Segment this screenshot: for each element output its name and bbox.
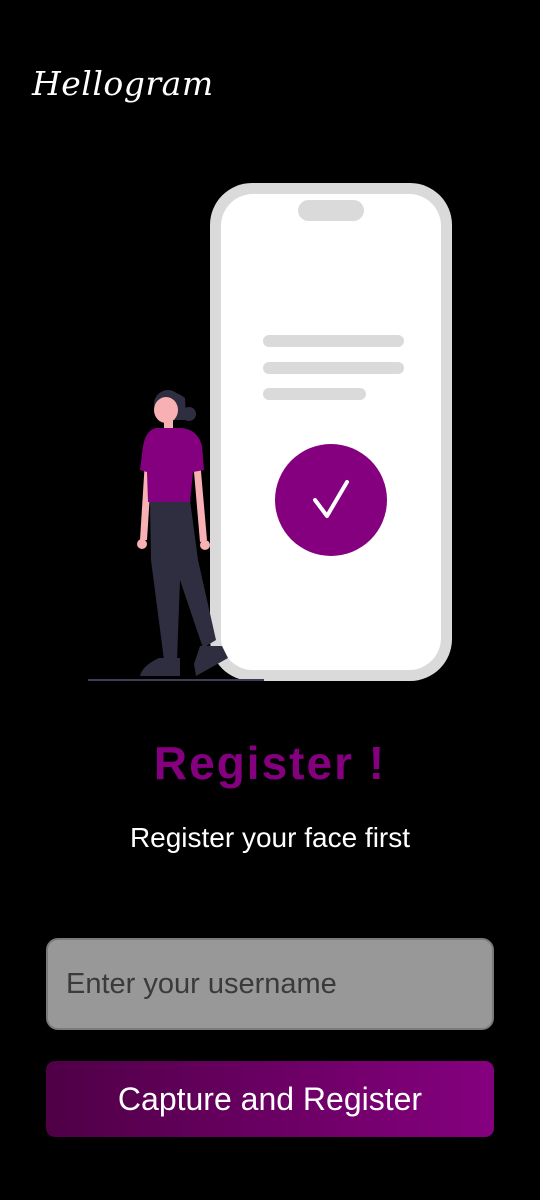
register-illustration [88,183,452,681]
username-input[interactable] [46,938,494,1030]
phone-illustration [210,183,452,681]
capture-register-button[interactable]: Capture and Register [46,1061,494,1137]
register-title: Register ! [153,737,387,789]
register-subtitle: Register your face first [129,822,411,853]
